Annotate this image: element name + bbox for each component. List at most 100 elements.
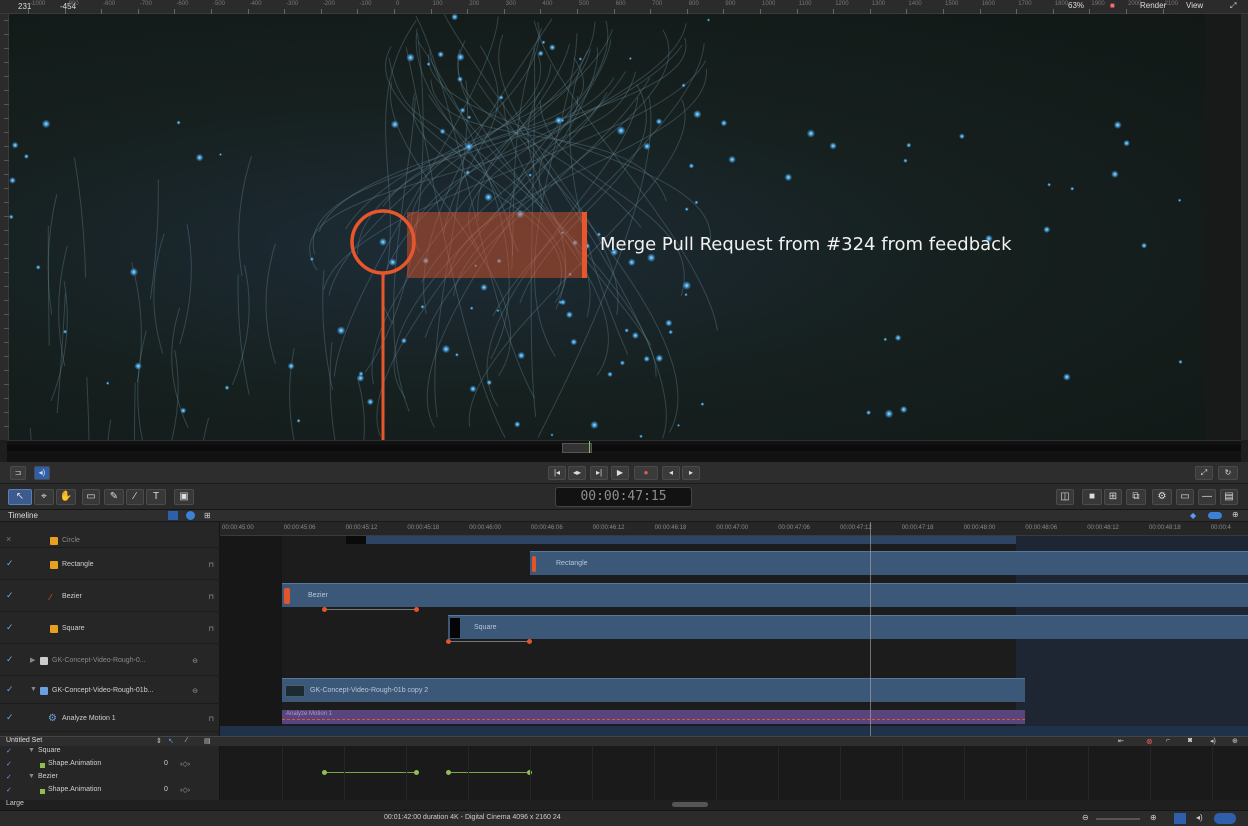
keyframe[interactable]: [414, 607, 419, 612]
audio-toggle-icon[interactable]: [1208, 512, 1222, 519]
view-menu[interactable]: View: [1186, 1, 1203, 10]
loop-toggle-button[interactable]: ↻: [1218, 466, 1238, 480]
size-menu[interactable]: Large: [6, 800, 24, 807]
add-layer-icon[interactable]: ⊞: [204, 511, 211, 520]
mask-tool-icon[interactable]: ▣: [174, 489, 194, 505]
export-button[interactable]: ⧉: [1126, 489, 1146, 505]
visibility-checkbox[interactable]: ✓: [6, 654, 14, 665]
pen-icon[interactable]: ∕: [186, 737, 187, 744]
param-row-square[interactable]: ✓ ▼ Square: [0, 746, 220, 759]
zoom-level[interactable]: 63%: [1068, 1, 1084, 10]
keyframe[interactable]: [322, 607, 327, 612]
visibility-checkbox[interactable]: ×: [6, 534, 11, 544]
zoom-slider[interactable]: [1096, 818, 1140, 820]
circle-clip[interactable]: [366, 536, 1016, 544]
link-icon[interactable]: ⊖: [192, 687, 198, 695]
inspector-button[interactable]: ▤: [1220, 489, 1238, 505]
timeline-tracks[interactable]: Rectangle Bezier Square GK-Concept-Video…: [220, 536, 1248, 736]
layer-row-rectangle[interactable]: ✓ Rectangle ⊓: [0, 548, 220, 580]
layer-row-circle[interactable]: × Circle: [0, 534, 220, 548]
visibility-checkbox[interactable]: ✓: [6, 558, 14, 569]
fullscreen-button[interactable]: ⤢: [1195, 466, 1213, 480]
select-tool-icon[interactable]: ↖: [8, 489, 32, 505]
curve-icon[interactable]: ⌐: [1166, 737, 1170, 744]
lock-icon[interactable]: ⊓: [209, 715, 214, 723]
keyframe[interactable]: [446, 639, 451, 644]
record-camera-icon[interactable]: ■: [1082, 489, 1102, 505]
timeline-ruler[interactable]: 00:00:45:00 00:00:45:06 00:00:45:12 00:00:4…: [220, 522, 1248, 536]
disclosure-triangle-icon[interactable]: ▶: [30, 656, 35, 664]
settings-gear-icon[interactable]: ⚙: [1152, 489, 1172, 505]
video-clip[interactable]: GK-Concept-Video-Rough-01b copy 2: [282, 678, 1025, 702]
zoom-out-icon[interactable]: ⊖: [1082, 813, 1089, 822]
canvas-viewer[interactable]: Merge Pull Request from #324 from feedba…: [9, 14, 1241, 440]
share-button[interactable]: ▭: [1176, 489, 1194, 505]
scrollbar-thumb[interactable]: [672, 802, 708, 807]
lock-icon[interactable]: ⊓: [209, 561, 214, 569]
keyframe-set-name[interactable]: Untitled Set: [6, 737, 42, 744]
clip-handle[interactable]: [532, 556, 536, 572]
mini-playhead[interactable]: [589, 441, 590, 453]
record-button[interactable]: ●: [634, 466, 658, 480]
zoom-icon[interactable]: ⊕: [1232, 737, 1238, 745]
show-audio-icon[interactable]: [186, 511, 195, 520]
loop-out-button[interactable]: ▸: [682, 466, 700, 480]
disclosure-triangle-icon[interactable]: ▼: [28, 747, 35, 754]
visibility-checkbox[interactable]: ✓: [6, 590, 14, 601]
param-row-bezier[interactable]: ✓ ▼ Bezier: [0, 772, 220, 785]
layer-row-video-group[interactable]: ✓ ▶ GK-Concept-Video-Rough-0... ⊖: [0, 644, 220, 676]
param-row-bezier-animation[interactable]: ✓ Shape.Animation 0 ‹◇›: [0, 785, 220, 798]
show-keyframes-icon[interactable]: [1174, 813, 1186, 824]
param-checkbox[interactable]: ✓: [6, 773, 12, 781]
param-value[interactable]: 0: [164, 760, 168, 767]
play-button[interactable]: ▶: [611, 466, 629, 480]
layer-row-analyze-motion[interactable]: ✓ ⚙ Analyze Motion 1 ⊓: [0, 704, 220, 732]
analyze-motion-clip[interactable]: Analyze Motion 1: [282, 710, 1025, 724]
snap-icon[interactable]: ◆: [1190, 511, 1196, 520]
keyframe-nav-icon[interactable]: ‹◇›: [180, 786, 190, 794]
show-layers-button[interactable]: ⊐: [10, 466, 26, 480]
hud-button[interactable]: —: [1198, 489, 1216, 505]
lock-icon[interactable]: ⊓: [209, 625, 214, 633]
show-video-icon[interactable]: [168, 511, 178, 520]
lock-icon[interactable]: ⊓: [209, 593, 214, 601]
zoom-timeline-icon[interactable]: ⊕: [1232, 510, 1239, 519]
camera-button[interactable]: ◫: [1056, 489, 1074, 505]
visibility-checkbox[interactable]: ✓: [6, 712, 14, 723]
keyframe-nav-icon[interactable]: ‹◇›: [180, 760, 190, 768]
snapshot-icon[interactable]: ◙: [1188, 737, 1192, 744]
visibility-checkbox[interactable]: ✓: [6, 622, 14, 633]
rectangle-clip[interactable]: Rectangle: [530, 551, 1248, 575]
param-value[interactable]: 0: [164, 786, 168, 793]
hand-tool-icon[interactable]: ✋: [56, 489, 76, 505]
color-channel-icon[interactable]: ■: [1110, 1, 1115, 10]
pointer-icon[interactable]: ↖: [168, 737, 174, 745]
keyframe-point[interactable]: [414, 770, 419, 775]
library-button[interactable]: ⊞: [1104, 489, 1122, 505]
link-toggle-icon[interactable]: [1214, 813, 1236, 824]
visibility-checkbox[interactable]: ✓: [6, 684, 14, 695]
step-forward-button[interactable]: ▸|: [590, 466, 608, 480]
param-checkbox[interactable]: ✓: [6, 747, 12, 755]
layer-row-video[interactable]: ✓ ▼ GK-Concept-Video-Rough-01b... ⊖: [0, 676, 220, 704]
timecode-display[interactable]: 00:00:47:15: [555, 487, 692, 507]
clear-icon[interactable]: ⊗: [1146, 737, 1153, 746]
disclosure-triangle-icon[interactable]: ▼: [30, 686, 37, 693]
param-row-square-animation[interactable]: ✓ Shape.Animation 0 ‹◇›: [0, 759, 220, 772]
link-icon[interactable]: ⊖: [192, 657, 198, 665]
keyframe[interactable]: [527, 639, 532, 644]
expand-icon[interactable]: ⤢: [1230, 1, 1236, 11]
paint-stroke-tool-icon[interactable]: ∕: [126, 489, 144, 505]
mini-timeline-range[interactable]: [562, 443, 592, 453]
square-clip[interactable]: Square: [448, 615, 1248, 639]
clip-handle[interactable]: [284, 588, 290, 604]
param-checkbox[interactable]: ✓: [6, 760, 12, 768]
audio-icon[interactable]: ◂): [1196, 813, 1203, 822]
set-menu-icon[interactable]: ⇕: [156, 737, 162, 745]
timeline-playhead[interactable]: [870, 522, 871, 736]
fit-icon[interactable]: ⇤: [1118, 737, 1124, 745]
param-checkbox[interactable]: ✓: [6, 786, 12, 794]
mini-timeline[interactable]: [7, 440, 1241, 462]
keyframe-point[interactable]: [322, 770, 327, 775]
bezier-clip[interactable]: Bezier: [282, 583, 1248, 607]
